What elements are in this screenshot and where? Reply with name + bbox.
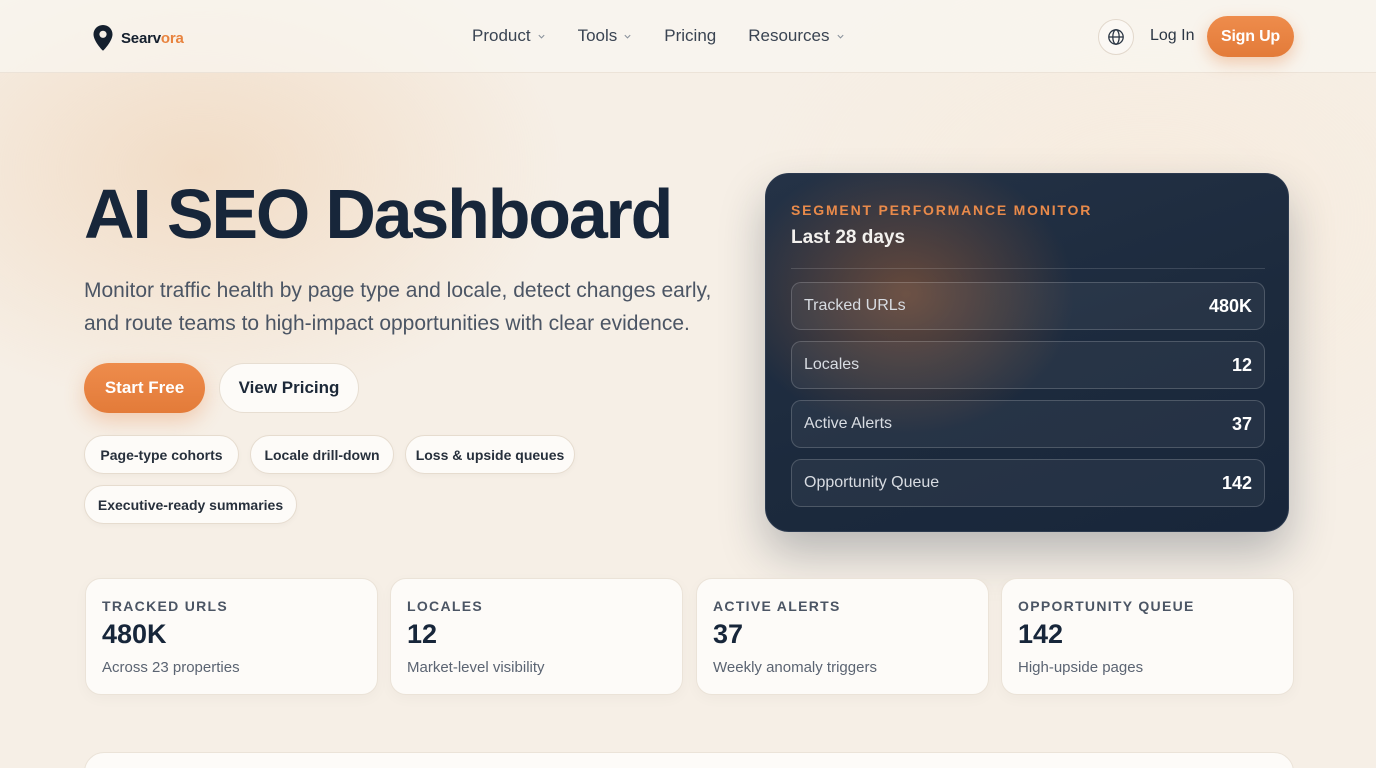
nav-item-resources[interactable]: Resources [748, 26, 844, 46]
monitor-row-value: 12 [1231, 354, 1252, 375]
feature-chip[interactable]: Page-type cohorts [84, 435, 239, 474]
segment-performance-monitor: SEGMENT PERFORMANCE MONITOR Last 28 days… [765, 173, 1289, 532]
monitor-heading: SEGMENT PERFORMANCE MONITOR [791, 202, 1093, 218]
feature-chip[interactable]: Locale drill-down [250, 435, 394, 474]
chevron-down-icon [836, 34, 844, 39]
nav-item-product[interactable]: Product [472, 26, 546, 46]
view-pricing-button[interactable]: View Pricing [219, 363, 359, 413]
stat-value: 37 [713, 619, 744, 649]
chevron-down-icon [624, 34, 631, 39]
nav-item-pricing[interactable]: Pricing [664, 26, 716, 46]
map-pin-icon [93, 25, 113, 51]
page-title: AI SEO Dashboard [84, 175, 673, 253]
stat-card-active-alerts: ACTIVE ALERTS 37 Weekly anomaly triggers [696, 578, 989, 695]
monitor-row-active-alerts: Active Alerts 37 [791, 400, 1265, 448]
divider [791, 268, 1265, 269]
main-menu: Product Tools Pricing Resources [472, 26, 877, 46]
stat-value: 142 [1018, 619, 1064, 649]
stat-note: Weekly anomaly triggers [713, 659, 877, 676]
monitor-period: Last 28 days [791, 227, 906, 248]
nav-item-tools[interactable]: Tools [578, 26, 633, 46]
monitor-row-label: Opportunity Queue [804, 474, 940, 491]
stat-label: OPPORTUNITY QUEUE [1018, 598, 1195, 614]
stat-label: ACTIVE ALERTS [713, 598, 841, 614]
stat-label: TRACKED URLS [102, 598, 229, 614]
stat-note: Across 23 properties [102, 659, 240, 676]
monitor-row-tracked-urls: Tracked URLs 480K [791, 282, 1265, 330]
stat-card-tracked-urls: TRACKED URLS 480K Across 23 properties [85, 578, 378, 695]
globe-icon [1108, 29, 1124, 45]
brand-logo[interactable]: Searvora [92, 24, 184, 52]
brand-name: Searvora [121, 29, 184, 47]
stat-card-opportunity-queue: OPPORTUNITY QUEUE 142 High-upside pages [1001, 578, 1294, 695]
monitor-row-label: Locales [804, 356, 860, 373]
monitor-row-opportunity-queue: Opportunity Queue 142 [791, 459, 1265, 507]
signup-button[interactable]: Sign Up [1207, 16, 1294, 57]
stat-note: High-upside pages [1018, 659, 1144, 676]
monitor-row-label: Active Alerts [804, 415, 893, 432]
monitor-row-value: 480K [1208, 295, 1252, 316]
stat-note: Market-level visibility [407, 659, 545, 676]
stat-value: 12 [407, 619, 438, 649]
start-free-button[interactable]: Start Free [84, 363, 205, 413]
monitor-row-label: Tracked URLs [804, 297, 906, 314]
language-button[interactable] [1098, 19, 1134, 55]
top-nav: Searvora Product Tools Pricing Resources… [0, 0, 1376, 73]
stat-card-locales: LOCALES 12 Market-level visibility [390, 578, 683, 695]
monitor-row-value: 37 [1231, 413, 1252, 434]
chevron-down-icon [538, 34, 545, 39]
feature-chip[interactable]: Executive-ready summaries [84, 485, 297, 524]
stat-label: LOCALES [407, 598, 483, 614]
hero-subtitle: Monitor traffic health by page type and … [84, 279, 712, 335]
monitor-row-value: 142 [1221, 472, 1252, 493]
next-section-card [84, 752, 1294, 768]
login-link[interactable]: Log In [1150, 27, 1194, 45]
stat-value: 480K [102, 619, 167, 649]
monitor-row-locales: Locales 12 [791, 341, 1265, 389]
feature-chip[interactable]: Loss & upside queues [405, 435, 575, 474]
